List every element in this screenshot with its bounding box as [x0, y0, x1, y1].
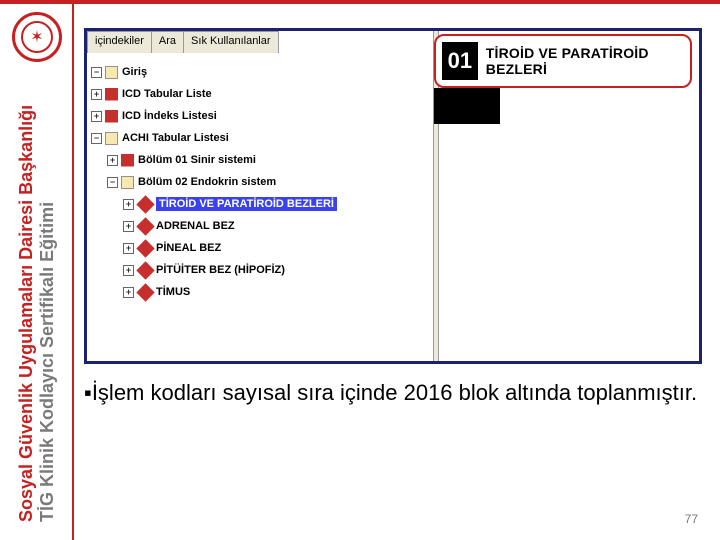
tree-node[interactable]: −Giriş: [91, 61, 429, 83]
tree-node[interactable]: +Bölüm 01 Sinir sistemi: [91, 149, 429, 171]
page-icon: [105, 66, 118, 79]
spine-line2: TİG Klinik Kodlayıcı Sertifikalı Eğitimi: [37, 202, 57, 522]
spine-title: Sosyal Güvenlik Uygulamaları Dairesi Baş…: [16, 105, 58, 522]
tree-node[interactable]: −Bölüm 02 Endokrin sistem: [91, 171, 429, 193]
page-number: 77: [685, 512, 698, 526]
tab-favorites[interactable]: Sık Kullanılanlar: [183, 31, 279, 53]
tree-node[interactable]: +PİTÜİTER BEZ (HİPOFİZ): [91, 259, 429, 281]
book-icon: [121, 154, 134, 167]
tab-search[interactable]: Ara: [151, 31, 184, 53]
caption: ▪İşlem kodları sayısal sıra içinde 2016 …: [84, 378, 702, 408]
emblem-icon: ✶: [21, 21, 53, 53]
black-box: [434, 88, 500, 124]
book-icon: [105, 110, 118, 123]
bullet-icon: ▪: [84, 380, 92, 405]
block-code: 01: [442, 42, 478, 80]
tree-node[interactable]: +PİNEAL BEZ: [91, 237, 429, 259]
caption-text: İşlem kodları sayısal sıra içinde 2016 b…: [92, 380, 697, 405]
emblem: ✶: [12, 12, 62, 62]
tab-contents[interactable]: içindekiler: [87, 31, 152, 53]
header-callout: 01 TİROİD VE PARATİROİD BEZLERİ: [434, 34, 692, 88]
diamond-icon: [136, 261, 154, 279]
block-title: TİROİD VE PARATİROİD BEZLERİ: [486, 45, 690, 77]
tree-node-selected[interactable]: +TİROİD VE PARATİROİD BEZLERİ: [91, 193, 429, 215]
page-icon: [121, 176, 134, 189]
tree-node[interactable]: +ICD İndeks Listesi: [91, 105, 429, 127]
tree-node[interactable]: −ACHI Tabular Listesi: [91, 127, 429, 149]
tabs: içindekiler Ara Sık Kullanılanlar: [87, 31, 279, 53]
diamond-icon: [136, 283, 154, 301]
diamond-icon: [136, 239, 154, 257]
diamond-icon: [136, 195, 154, 213]
book-icon: [105, 88, 118, 101]
page-icon: [105, 132, 118, 145]
spine-line1: Sosyal Güvenlik Uygulamaları Dairesi Baş…: [16, 105, 36, 522]
tree-node[interactable]: +ICD Tabular Liste: [91, 83, 429, 105]
tree-node[interactable]: +TİMUS: [91, 281, 429, 303]
tree: −Giriş +ICD Tabular Liste +ICD İndeks Li…: [91, 61, 429, 303]
diamond-icon: [136, 217, 154, 235]
tree-node[interactable]: +ADRENAL BEZ: [91, 215, 429, 237]
top-stripe: [0, 0, 720, 4]
spine: ✶ Sosyal Güvenlik Uygulamaları Dairesi B…: [0, 4, 74, 540]
